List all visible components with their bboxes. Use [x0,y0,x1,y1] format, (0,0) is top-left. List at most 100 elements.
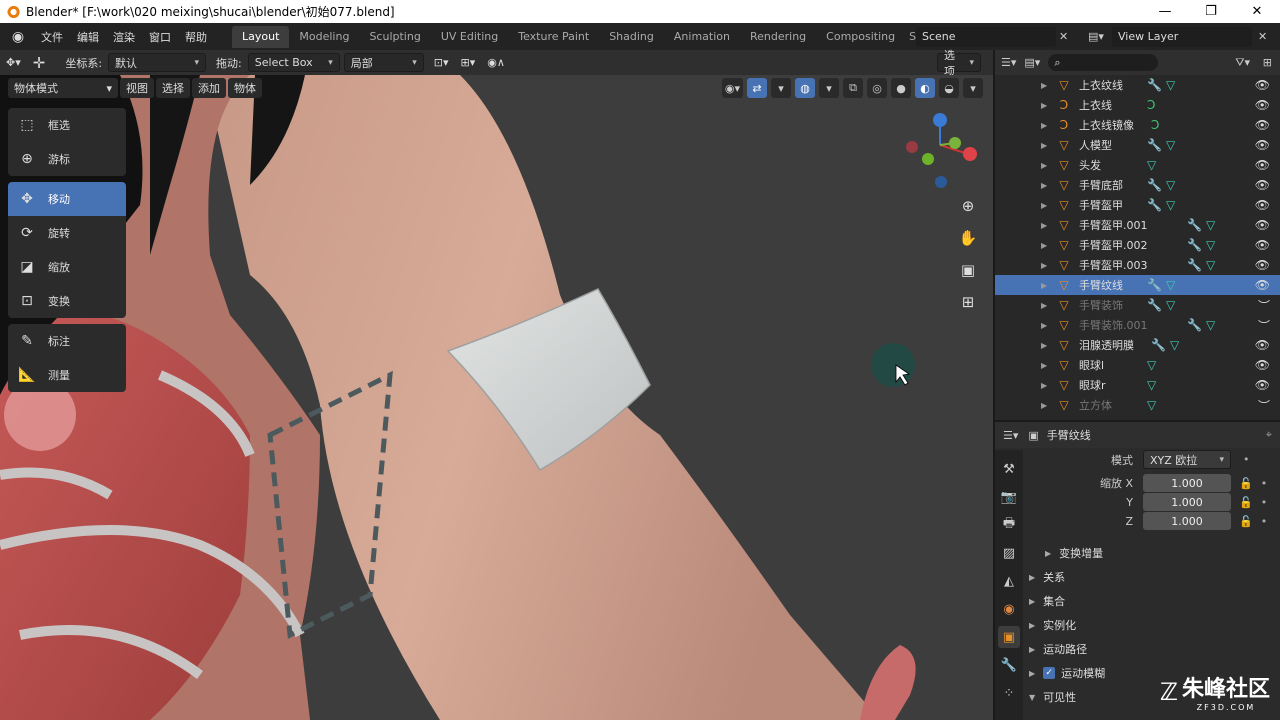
keyframe-dot-icon[interactable]: • [1243,453,1250,466]
maximize-button[interactable]: ❐ [1188,0,1234,23]
add-menu[interactable]: 添加 [192,78,226,98]
outliner-row[interactable]: ▶ ▽ 眼球l ▽ 👁 [995,355,1280,375]
tab-uv-editing[interactable]: UV Editing [431,26,508,48]
expand-arrow-icon[interactable]: ▶ [1041,301,1047,310]
outliner-row[interactable]: ▶ ▽ 头发 ▽ 👁 [995,155,1280,175]
eye-icon[interactable]: 👁 [1255,118,1270,132]
expand-arrow-icon[interactable]: ▶ [1041,161,1047,170]
menu-help[interactable]: 帮助 [178,26,214,48]
rotation-mode-dropdown[interactable]: XYZ 欧拉 ▾ [1143,450,1231,469]
modifier-icon[interactable]: 🔧 [1147,138,1162,152]
expand-arrow-icon[interactable]: ▶ [1041,341,1047,350]
render-tab-icon[interactable]: 📷 [998,486,1020,508]
tab-animation[interactable]: Animation [664,26,740,48]
shading-dropdown-icon[interactable]: ▾ [963,78,983,98]
keyframe-dot-icon[interactable]: • [1261,496,1268,509]
3d-viewport[interactable]: 物体模式 ▾ 视图 选择 添加 物体 ◉▾ ⇄ ▾ ◍ ▾ ⧉ ◎ ● ◐ ◒ ▾… [0,75,993,720]
expand-arrow-icon[interactable]: ▶ [1041,401,1047,410]
solid-shading-icon[interactable]: ● [891,78,911,98]
tool-measure[interactable]: 📐 测量 [8,358,126,392]
expand-arrow-icon[interactable]: ▶ [1041,281,1047,290]
outliner-row[interactable]: ▶ ▽ 手臂盔甲.003 🔧 ▽ 👁 [995,255,1280,275]
expand-arrow-icon[interactable]: ▶ [1041,81,1047,90]
expand-arrow-icon[interactable]: ▶ [1041,221,1047,230]
scene-field[interactable]: Scene [916,26,1056,47]
lock-icon[interactable]: 🔓 [1239,515,1253,528]
camera-view-icon[interactable]: ▣ [957,259,979,281]
outliner-row[interactable]: ▶ Ↄ 上衣线 Ↄ 👁 [995,95,1280,115]
tab-layout[interactable]: Layout [232,25,290,48]
outliner-row[interactable]: ▶ ▽ 立方体 ▽ ︶ [995,395,1280,415]
outliner-editor-icon[interactable]: ☰▾ [1001,56,1016,69]
object-tab-icon[interactable]: ▣ [998,626,1020,648]
eye-icon[interactable]: 👁 [1255,378,1270,392]
eye-icon[interactable]: 👁 [1255,78,1270,92]
expand-arrow-icon[interactable]: ▶ [1041,201,1047,210]
transform-orientation-gizmo-icon[interactable]: ✛ [27,53,52,72]
coord-dropdown[interactable]: 默认 ▾ [108,53,207,72]
curve-data-icon[interactable]: Ↄ [1147,98,1155,112]
mesh-data-icon[interactable]: ▽ [1206,238,1215,252]
ortho-grid-icon[interactable]: ⊞ [957,291,979,313]
xray-icon[interactable]: ⧉ [843,78,863,98]
view-layer-tab-icon[interactable]: ▨ [998,542,1020,564]
eye-icon[interactable]: 👁 [1255,278,1270,292]
eye-icon[interactable]: 👁 [1255,178,1270,192]
snap-icon[interactable]: ⊞▾ [455,53,482,72]
relations-panel[interactable]: ▶ 关系 [1029,569,1065,585]
modifier-icon[interactable]: 🔧 [1147,198,1162,212]
outliner-row[interactable]: ▶ Ↄ 上衣线镜像 Ↄ 👁 [995,115,1280,135]
view-layer-field[interactable]: View Layer [1112,26,1252,47]
expand-arrow-icon[interactable]: ▶ [1041,261,1047,270]
motion-blur-checkbox[interactable]: ✓ [1043,667,1056,679]
expand-arrow-icon[interactable]: ▶ [1041,121,1047,130]
outliner-row[interactable]: ▶ ▽ 人模型 🔧 ▽ 👁 [995,135,1280,155]
tool-move[interactable]: ✥ 移动 [8,182,126,216]
zoom-icon[interactable]: ⊕ [957,195,979,217]
scene-remove-icon[interactable]: ✕ [1059,30,1068,43]
visibility-panel[interactable]: ▼ 可见性 [1029,689,1076,705]
expand-arrow-icon[interactable]: ▶ [1041,141,1047,150]
expand-arrow-icon[interactable]: ▶ [1041,241,1047,250]
tool-tab-icon[interactable]: ⚒ [998,458,1020,480]
menu-file[interactable]: 文件 [34,26,70,48]
mesh-data-icon[interactable]: ▽ [1170,338,1179,352]
overlay-toggle-icon[interactable]: ◍ [795,78,815,98]
tab-sculpting[interactable]: Sculpting [359,26,430,48]
tab-rendering[interactable]: Rendering [740,26,816,48]
view-layer-remove-icon[interactable]: ✕ [1258,30,1267,43]
blender-menu-icon[interactable]: ◉ [8,27,28,47]
tool-scale[interactable]: ◪ 缩放 [8,250,126,284]
eye-icon[interactable]: 👁 [1255,158,1270,172]
modifier-icon[interactable]: 🔧 [1147,298,1162,312]
drag-dropdown[interactable]: Select Box ▾ [247,53,340,72]
mesh-data-icon[interactable]: ▽ [1206,318,1215,332]
tool-transform[interactable]: ⊡ 变换 [8,284,126,318]
tool-rotate[interactable]: ⟳ 旋转 [8,216,126,250]
collections-panel[interactable]: ▶ 集合 [1029,593,1065,609]
close-button[interactable]: ✕ [1234,0,1280,23]
mesh-data-icon[interactable]: ▽ [1166,138,1175,152]
outliner-row[interactable]: ▶ ▽ 眼球r ▽ 👁 [995,375,1280,395]
mesh-data-icon[interactable]: ▽ [1206,218,1215,232]
tab-modeling[interactable]: Modeling [289,26,359,48]
view-menu[interactable]: 视图 [120,78,154,98]
menu-edit[interactable]: 编辑 [70,26,106,48]
select-menu[interactable]: 选择 [156,78,190,98]
tool-select-box[interactable]: ⬚ 框选 [8,108,126,142]
gizmo-toggle-icon[interactable]: ⇄ [747,78,767,98]
expand-arrow-icon[interactable]: ▶ [1041,321,1047,330]
scale-x-field[interactable]: 1.000 [1143,474,1231,492]
mesh-data-icon[interactable]: ▽ [1166,78,1175,92]
editor-type-icon[interactable]: ✥▾ [0,53,27,72]
modifier-icon[interactable]: 🔧 [1187,218,1202,232]
eye-closed-icon[interactable]: ︶ [1258,297,1270,314]
output-tab-icon[interactable]: 🖶 [998,514,1020,536]
eye-icon[interactable]: 👁 [1255,358,1270,372]
mesh-data-icon[interactable]: ▽ [1147,358,1156,372]
scale-y-field[interactable]: 1.000 [1143,493,1231,511]
tab-shading[interactable]: Shading [599,26,664,48]
eye-icon[interactable]: 👁 [1255,238,1270,252]
modifier-icon[interactable]: 🔧 [1151,338,1166,352]
keyframe-dot-icon[interactable]: • [1261,515,1268,528]
